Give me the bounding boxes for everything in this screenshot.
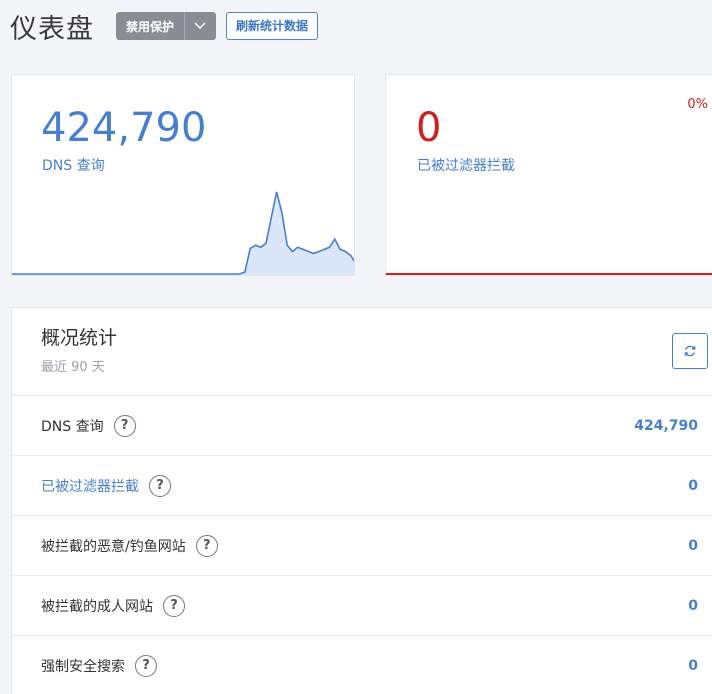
- table-row: 强制安全搜索 ? 0: [12, 636, 712, 694]
- row-value-blocked-adult: 0: [688, 597, 698, 614]
- table-row: 已被过滤器拦截 ? 0: [12, 456, 712, 516]
- row-value-blocked-filters: 0: [688, 477, 698, 494]
- dns-queries-value: 424,790: [41, 105, 207, 151]
- protection-dropdown-toggle[interactable]: [184, 12, 217, 40]
- blocked-filters-value: 0: [416, 105, 442, 151]
- row-label-dns-queries: DNS 查询: [41, 418, 104, 435]
- dns-queries-card: 424,790 DNS 查询: [11, 74, 355, 276]
- page-header: 仪表盘 禁用保护 刷新统计数据: [10, 8, 319, 45]
- table-row: 被拦截的成人网站 ? 0: [12, 576, 712, 636]
- row-label-blocked-malware: 被拦截的恶意/钓鱼网站: [41, 538, 186, 555]
- row-value-safe-search: 0: [688, 657, 698, 674]
- dns-queries-sparkline: [12, 191, 354, 275]
- sparkline-area: [12, 192, 354, 275]
- row-label-blocked-filters[interactable]: 已被过滤器拦截: [41, 476, 139, 496]
- blocked-filters-card: 0 已被过滤器拦截 0%: [385, 74, 712, 276]
- page-title: 仪表盘: [10, 13, 94, 45]
- blocked-filters-label: 已被过滤器拦截: [417, 158, 515, 174]
- blocked-filters-percent: 0%: [687, 97, 708, 112]
- row-value-blocked-malware: 0: [688, 537, 698, 554]
- help-icon[interactable]: ?: [113, 414, 136, 437]
- help-icon[interactable]: ?: [135, 654, 157, 677]
- overview-title: 概况统计: [41, 327, 118, 349]
- row-label-safe-search: 强制安全搜索: [41, 658, 125, 675]
- chevron-down-icon: [194, 22, 206, 29]
- refresh-stats-button[interactable]: 刷新统计数据: [226, 12, 319, 40]
- dns-queries-label: DNS 查询: [42, 158, 105, 174]
- help-icon[interactable]: ?: [149, 474, 171, 497]
- help-icon[interactable]: ?: [163, 594, 185, 617]
- blocked-filters-sparkline: [386, 273, 712, 275]
- refresh-overview-button[interactable]: [672, 333, 708, 369]
- disable-protection-button[interactable]: 禁用保护: [116, 12, 185, 40]
- help-icon[interactable]: ?: [195, 534, 218, 557]
- overview-stats-card: 概况统计 最近 90 天 DNS 查询 ? 424,790 已被过滤器拦截 ? …: [11, 307, 712, 694]
- protection-button-group: 禁用保护: [116, 12, 217, 40]
- row-value-dns-queries: 424,790: [634, 417, 698, 434]
- overview-header: 概况统计 最近 90 天: [12, 308, 712, 396]
- row-label-blocked-adult: 被拦截的成人网站: [41, 598, 153, 615]
- table-row: DNS 查询 ? 424,790: [12, 396, 712, 456]
- table-row: 被拦截的恶意/钓鱼网站 ? 0: [12, 516, 712, 576]
- refresh-icon: [684, 345, 696, 357]
- overview-subtitle: 最近 90 天: [41, 360, 105, 375]
